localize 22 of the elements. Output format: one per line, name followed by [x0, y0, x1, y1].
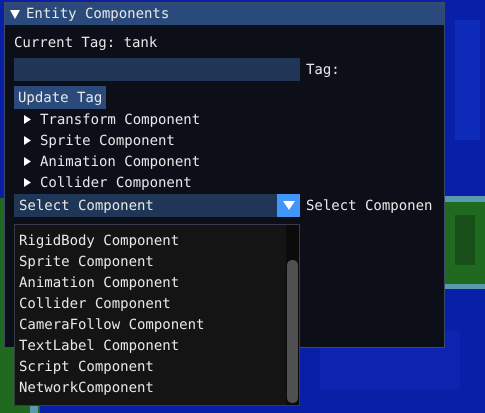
tag-input-field[interactable] [14, 58, 300, 81]
tree-node[interactable]: Transform Component [14, 109, 435, 130]
tree-node[interactable]: Sprite Component [14, 130, 435, 151]
dropdown-item[interactable]: NetworkComponent [19, 377, 286, 398]
dropdown-item[interactable]: TextLabel Component [19, 335, 286, 356]
current-tag-text: Current Tag: tank [14, 35, 158, 51]
dropdown-item[interactable]: Collider Component [19, 293, 286, 314]
combo-label: Select Componen [306, 198, 432, 214]
dropdown-item[interactable]: Sprite Component [19, 251, 286, 272]
tree-node[interactable]: Collider Component [14, 172, 435, 193]
scrollbar-thumb[interactable] [287, 260, 298, 403]
dropdown-item[interactable]: Animation Component [19, 272, 286, 293]
tree-node[interactable]: Animation Component [14, 151, 435, 172]
dropdown-item[interactable]: Script Component [19, 356, 286, 377]
field-label: Tag: [306, 62, 340, 78]
update-tag-button[interactable]: Update Tag [14, 86, 106, 109]
component-dropdown[interactable]: Select Component [14, 194, 300, 217]
dropdown-item[interactable]: RigidBody Component [19, 230, 286, 251]
collapse-arrow-icon[interactable] [10, 10, 20, 18]
window-title: Entity Components [26, 6, 170, 22]
dropdown-item[interactable]: CameraFollow Component [19, 314, 286, 335]
dropdown-arrow-icon [282, 201, 294, 210]
